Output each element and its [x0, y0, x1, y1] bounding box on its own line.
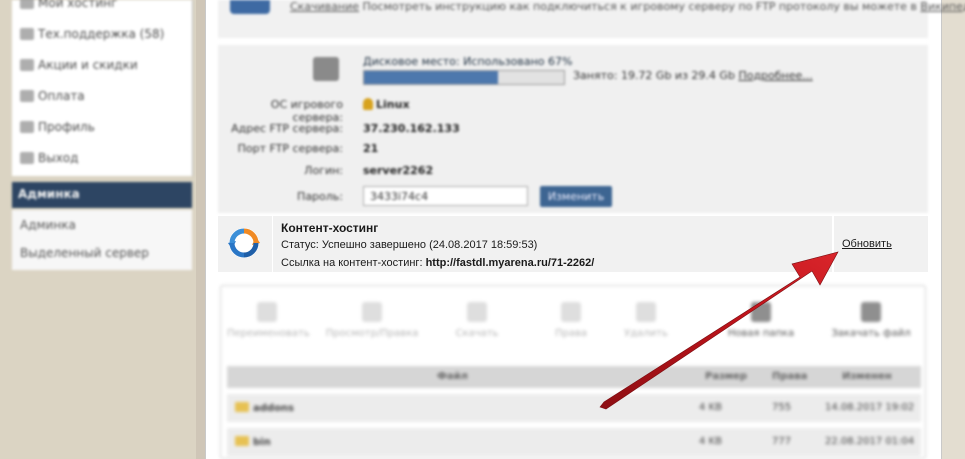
disk-details-link[interactable]: Подробнее... — [738, 69, 812, 82]
tool-delete-label: Удалить — [624, 328, 668, 339]
sidebar-item-profile[interactable]: Профиль — [20, 120, 95, 134]
server-icon — [20, 0, 34, 9]
file-perms: 777 — [772, 436, 792, 447]
login-value: server2262 — [363, 164, 434, 177]
file-name-text: bin — [253, 437, 271, 448]
content-hosting-title: Контент-хостинг — [281, 221, 379, 235]
tool-upload-label: Закачать файл — [831, 328, 911, 339]
file-name-text: addons — [253, 403, 295, 414]
tool-new-folder[interactable]: Новая папка — [721, 302, 801, 339]
sidebar-item-payment[interactable]: Оплата — [20, 89, 85, 103]
change-password-button[interactable]: Изменить — [540, 186, 612, 207]
tool-permissions[interactable]: Права — [541, 302, 601, 339]
check-icon — [561, 302, 581, 322]
disk-usage-fill — [364, 71, 498, 84]
password-label: Пароль: — [297, 190, 343, 203]
instructions-text: Посмотреть инструкцию как подключиться к… — [362, 0, 917, 13]
os-value-text: Linux — [376, 98, 410, 111]
col-perms[interactable]: Права — [772, 371, 807, 382]
sync-icon — [228, 228, 260, 258]
tool-delete[interactable]: Удалить — [616, 302, 676, 339]
tool-view-edit-label: Просмотр/Правка — [325, 328, 419, 339]
support-icon — [20, 28, 34, 40]
content-hosting-status: Статус: Успешно завершено (24.08.2017 18… — [281, 239, 538, 251]
file-table-header: Файл Размер Права Изменен — [227, 366, 921, 388]
tool-new-folder-label: Новая папка — [727, 328, 795, 339]
download-link[interactable]: Скачивание — [290, 0, 359, 13]
pencil-icon — [257, 302, 277, 322]
ftp-port-label: Порт FTP сервера: — [237, 142, 343, 155]
disk-used-value: Занято: 19.72 Gb из 29.4 Gb — [573, 69, 735, 82]
col-size[interactable]: Размер — [705, 371, 747, 382]
tool-view-edit[interactable]: Просмотр/Правка — [317, 302, 427, 339]
folder-icon — [235, 402, 249, 412]
file-name: bin — [235, 436, 271, 448]
content-hosting-link[interactable]: http://fastdl.myarena.ru/71-2262/ — [426, 257, 595, 269]
file-modified: 14.08.2017 19:02 — [825, 402, 915, 413]
tool-upload[interactable]: Закачать файл — [826, 302, 916, 339]
ftp-instructions-block: Скачивание Посмотреть инструкцию как под… — [218, 0, 965, 38]
right-background — [942, 0, 965, 459]
sidebar-section-title: Админка — [18, 187, 80, 201]
content-hosting-action-cell: Обновить — [832, 216, 930, 272]
content-hosting-row: Контент-хостинг Статус: Успешно завершен… — [218, 216, 928, 272]
sidebar-section-header: Админка — [12, 182, 192, 208]
content-hosting-info: Контент-хостинг Статус: Успешно завершен… — [274, 216, 830, 272]
dollar-icon — [20, 90, 34, 102]
ftp-icon — [230, 0, 270, 14]
tool-permissions-label: Права — [554, 328, 588, 339]
disk-used-text: Занято: 19.72 Gb из 29.4 Gb Подробнее... — [573, 69, 813, 82]
eye-icon — [362, 302, 382, 322]
download-icon — [467, 302, 487, 322]
sidebar-item-dedicated[interactable]: Выделенный сервер — [20, 246, 149, 260]
delete-icon — [636, 302, 656, 322]
tool-download-label: Скачать — [455, 328, 499, 339]
content-hosting-link-label: Ссылка на контент-хостинг: — [281, 257, 423, 269]
sidebar-item-promotions[interactable]: Акции и скидки — [20, 58, 138, 72]
file-perms: 755 — [772, 402, 792, 413]
col-modified[interactable]: Изменен — [842, 371, 892, 382]
login-label: Логин: — [304, 164, 343, 177]
os-value: Linux — [363, 98, 410, 111]
sidebar-item-admin[interactable]: Админка — [20, 218, 76, 232]
content-hosting-icon-cell — [218, 216, 273, 272]
ftp-port-value: 21 — [363, 142, 379, 155]
sidebar-submenu: Админка Выделенный сервер — [12, 210, 192, 270]
ftp-instructions-text: Скачивание Посмотреть инструкцию как под… — [290, 0, 965, 13]
user-icon — [20, 121, 34, 133]
col-file[interactable]: Файл — [437, 371, 468, 382]
sidebar-item-support[interactable]: Тех.поддержка (58) — [20, 27, 164, 41]
sidebar-item-logout[interactable]: Выход — [20, 151, 78, 165]
linux-icon — [363, 98, 373, 110]
folder-icon — [235, 436, 249, 446]
file-size: 4 KB — [699, 436, 722, 447]
hard-disk-icon — [313, 57, 339, 81]
promo-icon — [20, 59, 34, 71]
ftp-address-value: 37.230.162.133 — [363, 122, 460, 135]
password-field[interactable]: 3433i74c4 — [363, 186, 528, 206]
upload-icon — [861, 302, 881, 322]
sidebar-menu: Мой хостинг Тех.поддержка (58) Акции и с… — [12, 0, 193, 176]
table-row[interactable]: bin 4 KB 777 22.08.2017 01:04 — [227, 428, 921, 456]
logout-icon — [20, 152, 34, 164]
disk-usage-label: Дисковое место: Использовано 67% — [363, 55, 573, 68]
file-name: addons — [235, 402, 294, 414]
folder-plus-icon — [751, 302, 771, 322]
tool-rename-label: Переименовать — [227, 328, 310, 339]
file-modified: 22.08.2017 01:04 — [825, 436, 915, 447]
file-size: 4 KB — [699, 402, 722, 413]
os-label: ОС игрового сервера: — [270, 98, 343, 124]
file-manager: Переименовать Просмотр/Правка Скачать Пр… — [220, 285, 926, 459]
server-info-block: Дисковое место: Использовано 67% Занято:… — [218, 45, 928, 213]
sidebar-item-hosting[interactable]: Мой хостинг — [20, 0, 117, 10]
table-row[interactable]: addons 4 KB 755 14.08.2017 19:02 — [227, 394, 921, 422]
tool-rename[interactable]: Переименовать — [227, 302, 310, 339]
ftp-address-label: Адрес FTP сервера: — [231, 122, 343, 135]
refresh-link[interactable]: Обновить — [842, 238, 892, 250]
wiki-link[interactable]: Википедии — [920, 0, 965, 13]
tool-download[interactable]: Скачать — [447, 302, 507, 339]
disk-usage-bar — [363, 70, 565, 85]
content-hosting-link-line: Ссылка на контент-хостинг: http://fastdl… — [281, 257, 594, 269]
